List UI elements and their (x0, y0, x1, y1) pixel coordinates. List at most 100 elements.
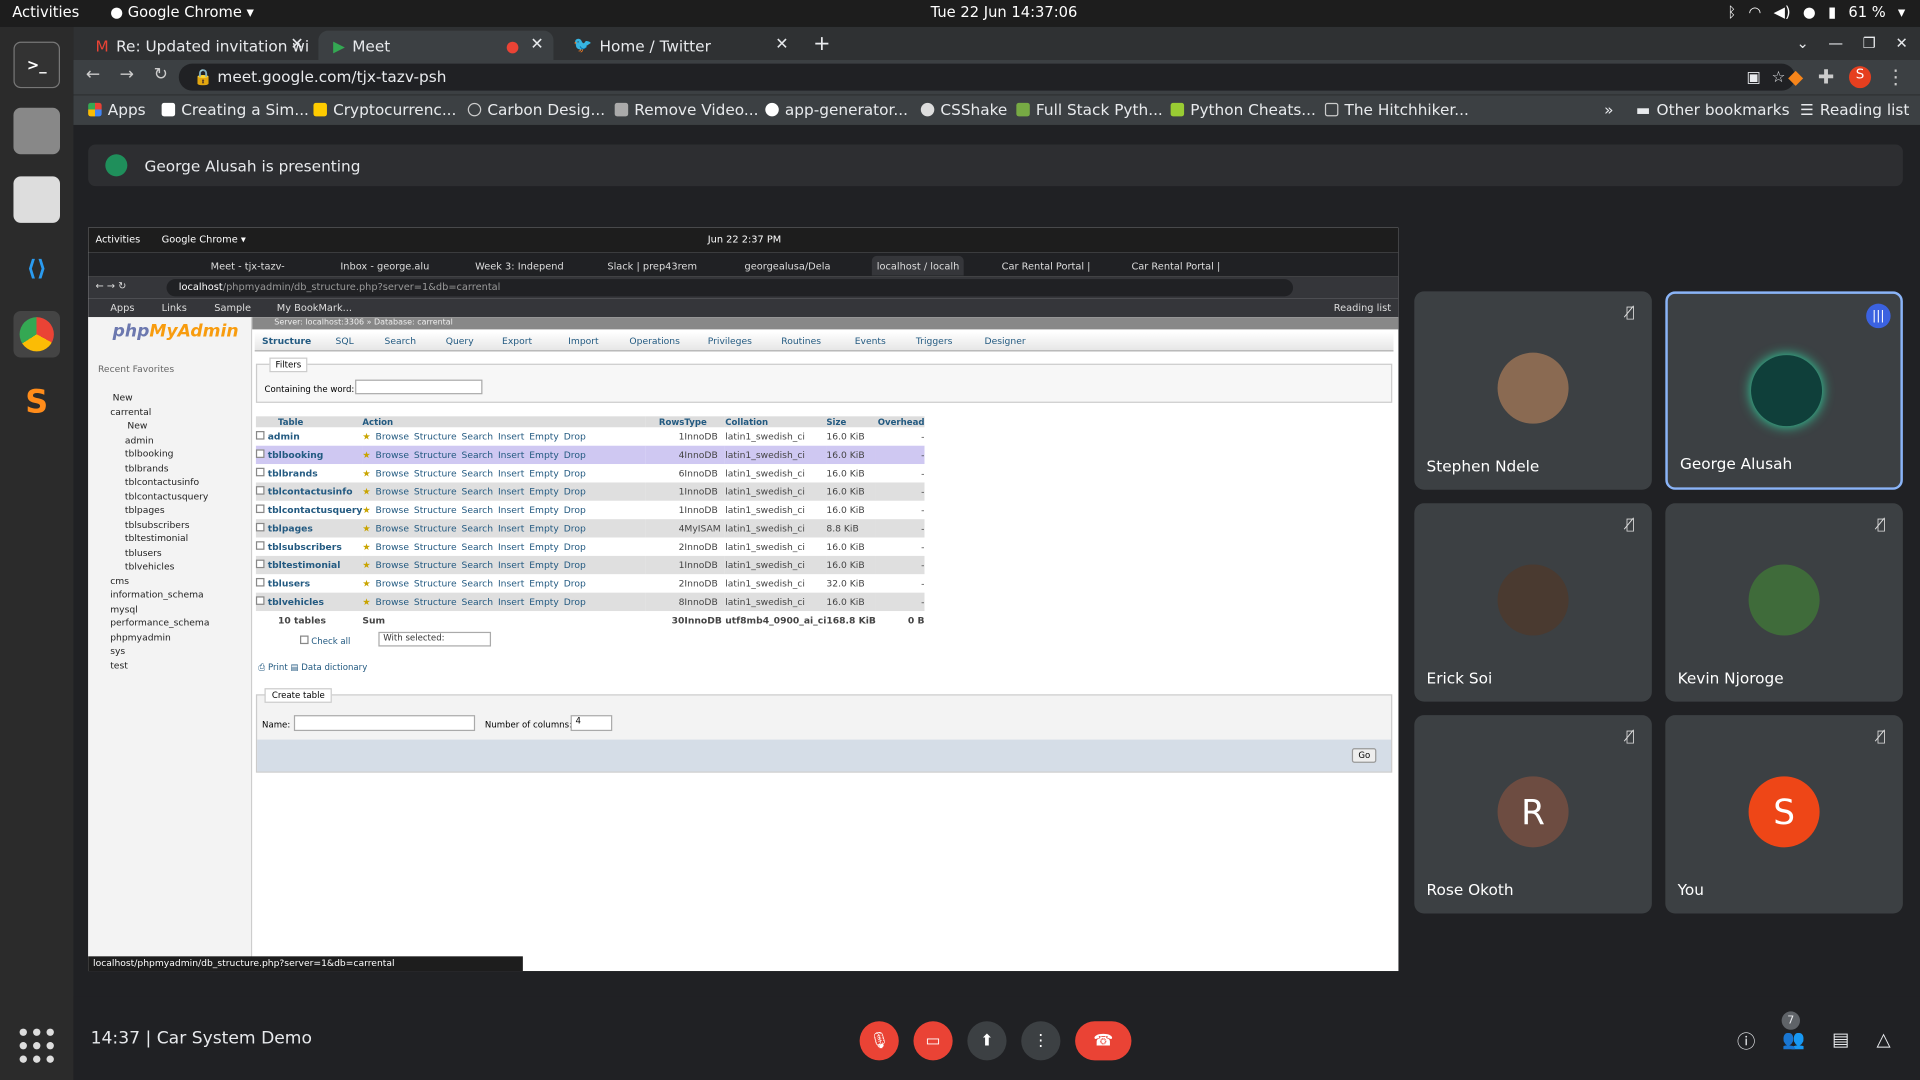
more-bookmarks-button[interactable]: » (1604, 100, 1613, 118)
row-action: Empty (529, 577, 559, 589)
close-icon[interactable]: ✕ (530, 36, 543, 54)
people-icon[interactable]: 👥 (1782, 1029, 1805, 1055)
bookmark-item[interactable]: Cryptocurrenc... (313, 100, 456, 119)
row-action: Empty (529, 486, 559, 498)
puzzle-icon[interactable]: ✚ (1818, 65, 1834, 88)
activities-icon[interactable]: △ (1876, 1029, 1890, 1055)
row-type: InnoDB (684, 464, 726, 483)
close-icon[interactable]: ✕ (775, 36, 788, 54)
os-top-bar: Activities ● Google Chrome ▾ Tue 22 Jun … (0, 0, 1920, 27)
inner-bookmarks-bar: Apps Links Sample My BookMark... Reading… (88, 298, 1399, 318)
inner-tab: Meet - tjx-tazv- (211, 256, 285, 276)
participant-tile[interactable]: 🎙̸ Stephen Ndele (1414, 291, 1652, 490)
activities-button[interactable]: Activities (12, 4, 79, 21)
text-editor-icon[interactable] (13, 176, 61, 223)
bookmark-apps[interactable]: Apps (88, 100, 146, 119)
sum-overhead: 0 B (907, 614, 925, 626)
volume-icon: ◀) (1773, 3, 1791, 21)
minimize-icon[interactable]: — (1828, 34, 1843, 51)
bookmark-item[interactable]: Full Stack Pyth... (1016, 100, 1163, 119)
table-name: tblbooking (267, 449, 324, 461)
tree-item: tblusers (124, 546, 162, 558)
dock: >_ ⟨⟩ S (0, 26, 74, 1080)
sublime-icon[interactable]: S (13, 380, 60, 427)
info-icon[interactable]: ⓘ (1737, 1029, 1755, 1055)
table-name: tblcontactusinfo (267, 486, 353, 498)
bookmark-item[interactable]: Python Cheats... (1170, 100, 1316, 119)
bookmark-item[interactable]: Carbon Desig... (467, 100, 605, 119)
twitter-icon: 🐦 (573, 35, 593, 54)
close-icon[interactable]: ✕ (290, 36, 303, 54)
clock[interactable]: Tue 22 Jun 14:37:06 (931, 4, 1078, 21)
metamask-icon[interactable]: ◆ (1788, 65, 1803, 88)
menu-icon[interactable]: ⋮ (1886, 65, 1906, 88)
inner-tab-label: Slack | prep43rem (607, 260, 698, 272)
camera-off-button[interactable]: ▭ (913, 1021, 953, 1061)
participant-tile[interactable]: 🎙̸ Kevin Njoroge (1665, 503, 1903, 702)
participant-tile[interactable]: 🎙̸ Erick Soi (1414, 503, 1652, 702)
mic-off-button[interactable]: 🎙 (859, 1021, 899, 1061)
chrome-icon[interactable] (13, 311, 61, 358)
participant-tile-self[interactable]: 🎙̸ S You (1665, 715, 1903, 914)
present-button[interactable]: ⬆ (967, 1021, 1007, 1061)
bookmark-item[interactable]: Remove Video... (614, 100, 759, 119)
table-name: tbltestimonial (267, 559, 341, 571)
meeting-title: Car System Demo (156, 1028, 313, 1049)
tree-item: tblbrands (124, 462, 169, 474)
row-name-cell: tblvehicles (255, 592, 363, 612)
show-apps-icon[interactable] (19, 1028, 54, 1063)
sum-size: 168.8 KiB (826, 614, 876, 626)
app-menu[interactable]: ● Google Chrome ▾ (110, 4, 254, 21)
participant-tile[interactable]: 🎙̸ R Rose Okoth (1414, 715, 1652, 914)
reload-icon[interactable]: ↻ (154, 65, 168, 85)
profile-avatar[interactable]: S (1848, 65, 1872, 88)
participant-tile-presenter[interactable]: ||| George Alusah (1665, 291, 1903, 490)
close-icon[interactable]: ✕ (1895, 34, 1907, 51)
system-tray[interactable]: ᛒ ◠ ◀) ● ▮ 61 % ▾ (1727, 4, 1905, 21)
forward-icon[interactable]: → (120, 65, 134, 85)
chat-icon[interactable]: ▤ (1832, 1029, 1849, 1055)
back-icon[interactable]: ← (86, 65, 100, 85)
row-collation: latin1_swedish_ci (725, 555, 827, 575)
bookmark-item[interactable]: app-generator... (765, 100, 908, 119)
row-action: Search (461, 596, 494, 608)
reading-list[interactable]: ☰ Reading list (1800, 100, 1909, 118)
terminal-icon[interactable]: >_ (13, 41, 61, 89)
side-controls: ⓘ 👥 ▤ △ (1737, 1029, 1891, 1055)
bookmark-item[interactable]: Creating a Sim... (161, 100, 309, 119)
pma-tab: Export (502, 335, 533, 347)
participants-badge: 7 (1781, 1011, 1801, 1030)
cast-icon[interactable]: ▣ (1746, 67, 1760, 85)
bookmark-item[interactable]: CSShake (920, 100, 1007, 119)
files-icon[interactable] (13, 107, 61, 155)
address-bar[interactable]: 🔒 meet.google.com/tjx-tazv-psh ▣ ☆ (178, 63, 1796, 91)
inner-activities: Activities (95, 233, 141, 245)
row-size: 32.0 KiB (826, 574, 876, 593)
extensions: ◆ ✚ S ⋮ (1788, 65, 1905, 88)
maximize-icon[interactable]: ❐ (1863, 34, 1876, 51)
new-tab-button[interactable]: + (813, 32, 830, 56)
bookmark-item[interactable]: The Hitchhiker... (1324, 100, 1469, 119)
row-actions: ★ Browse Structure Search Insert Empty Drop (362, 445, 646, 465)
row-action: Browse (375, 467, 409, 479)
leave-call-button[interactable]: ☎ (1075, 1021, 1132, 1061)
row-action: Insert (497, 559, 525, 571)
star-icon[interactable]: ☆ (1772, 67, 1786, 85)
tab-twitter[interactable]: 🐦 Home / Twitter ✕ (558, 31, 798, 60)
more-options-button[interactable]: ⋮ (1021, 1021, 1061, 1061)
vscode-icon[interactable]: ⟨⟩ (13, 245, 60, 292)
inner-nav-icons: ← → ↻ (95, 280, 127, 292)
bookmark-icon (313, 102, 327, 117)
browser-window: M Re: Updated invitation wi ✕ ▶ Meet ● ✕ 🐦 Hom… (73, 26, 1920, 125)
mic-off-icon: 🎙̸ (1876, 515, 1886, 533)
table-row: tblbooking ★ Browse Structure Search Insert E… (255, 445, 925, 465)
row-name-cell: admin (255, 427, 363, 446)
tab-meet[interactable]: ▶ Meet ● ✕ (318, 30, 554, 61)
gmail-icon: M (95, 36, 109, 55)
tab-search-icon[interactable]: ⌄ (1796, 34, 1808, 51)
col-header: Table (255, 416, 363, 428)
tab-gmail[interactable]: M Re: Updated invitation wi ✕ (81, 31, 314, 60)
other-bookmarks[interactable]: ▬ Other bookmarks (1636, 100, 1790, 118)
pma-nav-tabs: Recent Favorites (98, 364, 174, 375)
pma-db-tree: New carrental New admin tblbooking tblbr… (98, 391, 209, 673)
